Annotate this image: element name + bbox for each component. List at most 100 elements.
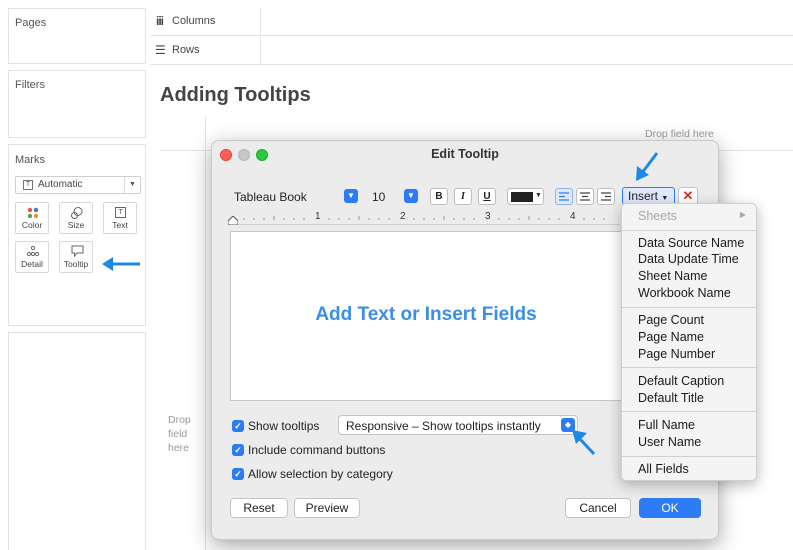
tooltip-mode-select[interactable]: Responsive – Show tooltips instantly ◆: [338, 415, 578, 435]
ruler-label-4: 4: [570, 211, 576, 222]
underline-button[interactable]: U: [478, 188, 496, 205]
indent-marker-icon: [228, 216, 238, 225]
menu-item-sheet-name[interactable]: Sheet Name: [638, 268, 707, 284]
drop-field-left-line3: here: [168, 442, 190, 454]
detail-icon: [26, 245, 40, 257]
color-card[interactable]: Color: [15, 202, 49, 234]
marks-title: Marks: [15, 154, 45, 166]
insert-label: Insert: [628, 189, 659, 203]
color-swatch: [511, 192, 533, 202]
pages-card: Pages: [8, 8, 146, 64]
columns-icon: iii: [156, 14, 164, 28]
tooltip-card[interactable]: Tooltip: [59, 241, 93, 273]
menu-separator: [622, 307, 756, 308]
view-axis-line: [205, 116, 206, 550]
menu-item-default-caption[interactable]: Default Caption: [638, 373, 724, 389]
reset-button[interactable]: Reset: [230, 498, 288, 518]
font-name-select[interactable]: Tableau Book ▼: [230, 188, 358, 206]
cancel-button[interactable]: Cancel: [565, 498, 631, 518]
include-command-buttons-checkbox[interactable]: ✓: [232, 444, 244, 456]
filters-card: Filters: [8, 70, 146, 138]
shelf-divider: [260, 8, 261, 35]
drop-field-left-line1: Drop: [168, 414, 191, 426]
align-left-button[interactable]: [555, 188, 573, 205]
text-color-picker[interactable]: ▼: [507, 188, 544, 205]
align-center-icon: [580, 192, 590, 201]
menu-separator: [622, 411, 756, 412]
mark-type-label: Automatic: [38, 179, 83, 190]
menu-item-default-title[interactable]: Default Title: [638, 390, 704, 406]
close-icon: ✕: [682, 188, 694, 203]
tooltip-icon: [71, 245, 84, 257]
annotation-arrow-icon: [636, 152, 659, 181]
drop-field-left[interactable]: Drop field here: [168, 413, 191, 455]
align-center-button[interactable]: [576, 188, 594, 205]
text-area-placeholder: Add Text or Insert Fields: [315, 304, 537, 325]
mark-type-dropdown[interactable]: T Automatic ▼: [15, 176, 141, 194]
mark-type-icon: T: [23, 180, 33, 190]
menu-separator: [622, 456, 756, 457]
menu-item-all-fields[interactable]: All Fields: [638, 461, 689, 477]
size-card[interactable]: Size: [59, 202, 93, 234]
text-card-label: Text: [112, 220, 128, 230]
chevron-down-icon: ▼: [344, 189, 358, 203]
detail-card[interactable]: Detail: [15, 241, 49, 273]
font-size-value: 10: [372, 190, 386, 204]
menu-item-full-name[interactable]: Full Name: [638, 417, 695, 433]
menu-item-sheets[interactable]: Sheets: [638, 208, 677, 224]
chevron-down-icon: ▼: [661, 195, 669, 202]
shelf-divider: [260, 37, 261, 64]
columns-shelf[interactable]: iii Columns: [150, 8, 793, 36]
annotation-arrow-icon: [102, 257, 140, 271]
preview-button[interactable]: Preview: [294, 498, 360, 518]
rows-shelf[interactable]: ☰ Rows: [150, 37, 793, 65]
ruler-ticks: [243, 216, 605, 220]
pages-title: Pages: [15, 17, 47, 29]
font-size-select[interactable]: 10 ▼: [368, 188, 418, 206]
drop-field-top[interactable]: Drop field here: [645, 128, 714, 140]
marks-card: Marks T Automatic ▼ Color Size T Text De…: [8, 144, 146, 326]
menu-separator: [622, 230, 756, 231]
tooltip-text-area[interactable]: Add Text or Insert Fields: [230, 231, 622, 401]
rows-icon: ☰: [155, 43, 166, 57]
chevron-down-icon: ▼: [124, 177, 140, 193]
show-tooltips-checkbox[interactable]: ✓: [232, 420, 244, 432]
align-right-icon: [601, 192, 611, 201]
left-panel-lower: [8, 332, 146, 550]
annotation-arrow-icon: [572, 430, 596, 456]
chevron-down-icon: ▼: [404, 189, 418, 203]
menu-item-page-name[interactable]: Page Name: [638, 329, 704, 345]
menu-item-page-number[interactable]: Page Number: [638, 346, 715, 362]
ruler-label-2: 2: [400, 211, 406, 222]
insert-menu: Sheets ▶ Data Source Name Data Update Ti…: [621, 203, 757, 481]
align-left-icon: [559, 192, 569, 201]
text-card[interactable]: T Text: [103, 202, 137, 234]
color-card-label: Color: [21, 220, 43, 230]
menu-item-data-source-name[interactable]: Data Source Name: [638, 235, 744, 251]
italic-button[interactable]: I: [454, 188, 472, 205]
menu-item-workbook-name[interactable]: Workbook Name: [638, 285, 731, 301]
allow-selection-label: Allow selection by category: [248, 467, 393, 481]
menu-item-user-name[interactable]: User Name: [638, 434, 701, 450]
bold-button[interactable]: B: [430, 188, 448, 205]
menu-item-page-count[interactable]: Page Count: [638, 312, 704, 328]
rows-label: Rows: [172, 44, 200, 56]
columns-label: Columns: [172, 15, 216, 27]
align-right-button[interactable]: [597, 188, 615, 205]
drop-field-left-line2: field: [168, 428, 188, 440]
tooltip-mode-value: Responsive – Show tooltips instantly: [346, 419, 541, 433]
chevron-right-icon: ▶: [739, 210, 746, 219]
font-name-value: Tableau Book: [234, 190, 307, 204]
view-title: Adding Tooltips: [160, 84, 311, 106]
filters-title: Filters: [15, 79, 45, 91]
detail-card-label: Detail: [21, 259, 43, 269]
allow-selection-checkbox[interactable]: ✓: [232, 468, 244, 480]
show-tooltips-label: Show tooltips: [248, 419, 320, 433]
ok-button[interactable]: OK: [639, 498, 701, 518]
menu-item-data-update-time[interactable]: Data Update Time: [638, 251, 739, 267]
menu-separator: [622, 367, 756, 368]
text-icon: T: [115, 207, 126, 218]
ruler-label-3: 3: [485, 211, 491, 222]
chevron-down-icon: ▼: [535, 192, 542, 199]
ruler-label-1: 1: [315, 211, 321, 222]
